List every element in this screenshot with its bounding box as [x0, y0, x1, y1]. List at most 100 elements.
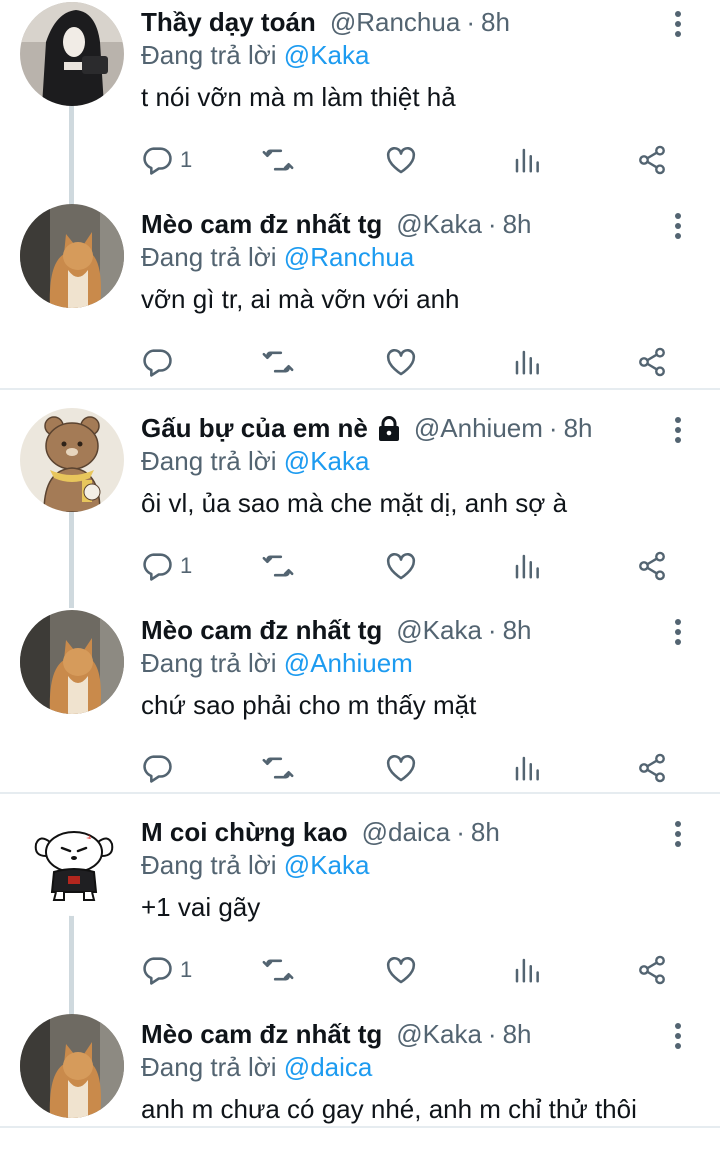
retweet-icon [262, 555, 294, 577]
like-button[interactable] [384, 546, 418, 586]
orange-cat-icon [20, 610, 124, 714]
display-name[interactable]: M coi chừng kao [141, 817, 348, 848]
timestamp[interactable]: 8h [503, 209, 532, 240]
reply-icon [143, 755, 172, 783]
replying-to-label: Đang trả lời [141, 446, 277, 476]
retweet-icon [262, 351, 294, 373]
avatar[interactable] [20, 812, 124, 916]
share-button[interactable] [636, 546, 668, 586]
tweet-text: vỡn gì tr, ai mà vỡn với anh [141, 284, 460, 314]
like-icon [386, 957, 416, 984]
separator-dot: · [548, 412, 558, 443]
mention-link[interactable]: @daica [284, 1052, 373, 1082]
share-button[interactable] [636, 950, 668, 990]
views-button[interactable] [512, 140, 542, 180]
share-button[interactable] [636, 342, 668, 382]
reply-button[interactable]: 1 [140, 140, 192, 180]
separator-dot: · [466, 6, 475, 37]
retweet-button[interactable] [260, 950, 296, 990]
timestamp[interactable]: 8h [471, 817, 500, 848]
timestamp[interactable]: 8h [503, 1019, 532, 1050]
timestamp[interactable]: 8h [564, 413, 593, 444]
reply-button[interactable] [140, 748, 180, 788]
share-icon [639, 145, 665, 175]
reply-icon [143, 957, 172, 985]
retweet-button[interactable] [260, 546, 296, 586]
replying-to-label: Đang trả lời [141, 40, 277, 70]
avatar[interactable] [20, 408, 124, 512]
user-handle[interactable]: @daica [362, 817, 451, 848]
more-icon[interactable] [666, 1020, 690, 1052]
display-name[interactable]: Thầy dạy toán [141, 7, 316, 38]
replying-to-label: Đang trả lời [141, 242, 277, 272]
share-icon [639, 955, 665, 985]
tweet-text: ôi vl, ủa sao mà che mặt dị, anh sợ à [141, 488, 568, 518]
replying-to-label: Đang trả lời [141, 1052, 277, 1082]
avatar[interactable] [20, 2, 124, 106]
user-handle[interactable]: @Anhiuem [414, 413, 543, 444]
display-name[interactable]: Mèo cam đz nhất tg [141, 209, 382, 240]
angry-white-dog-drawing-icon [20, 812, 124, 916]
share-button[interactable] [636, 140, 668, 180]
views-button[interactable] [512, 342, 542, 382]
reply-icon [143, 553, 172, 581]
views-button[interactable] [512, 748, 542, 788]
tweet-header: Thầy dạy toán @Ranchua · 8h [141, 2, 510, 42]
more-icon[interactable] [666, 616, 690, 648]
retweet-button[interactable] [260, 140, 296, 180]
share-button[interactable] [636, 748, 668, 788]
like-button[interactable] [384, 950, 418, 990]
avatar[interactable] [20, 204, 124, 308]
display-name[interactable]: Gấu bự của em nè [141, 413, 368, 444]
user-handle[interactable]: @Ranchua [330, 7, 460, 38]
separator-dot: · [487, 1018, 497, 1049]
like-icon [386, 553, 416, 580]
reply-icon [143, 349, 172, 377]
more-icon[interactable] [666, 414, 690, 446]
like-button[interactable] [384, 748, 418, 788]
mention-link[interactable]: @Anhiuem [284, 648, 413, 678]
mention-link[interactable]: @Kaka [284, 40, 370, 70]
display-name[interactable]: Mèo cam đz nhất tg [141, 1019, 382, 1050]
views-button[interactable] [512, 950, 542, 990]
reply-button[interactable]: 1 [140, 546, 192, 586]
views-button[interactable] [512, 546, 542, 586]
reply-count: 1 [180, 553, 193, 578]
replying-to: Đang trả lời @Kaka [141, 850, 369, 881]
lock-icon [378, 416, 400, 442]
more-icon[interactable] [666, 8, 690, 40]
user-handle[interactable]: @Kaka [396, 209, 482, 240]
like-icon [386, 147, 416, 174]
like-button[interactable] [384, 140, 418, 180]
thread-line [69, 512, 74, 608]
more-icon[interactable] [666, 210, 690, 242]
mention-link[interactable]: @Kaka [284, 850, 370, 880]
tweet-header: Gấu bự của em nè @Anhiuem · 8h [141, 408, 593, 448]
conversation-divider [0, 792, 720, 794]
more-icon[interactable] [666, 818, 690, 850]
user-handle[interactable]: @Kaka [396, 1019, 482, 1050]
retweet-button[interactable] [260, 342, 296, 382]
mention-link[interactable]: @Ranchua [284, 242, 414, 272]
display-name[interactable]: Mèo cam đz nhất tg [141, 615, 382, 646]
mention-link[interactable]: @Kaka [284, 446, 370, 476]
user-handle[interactable]: @Kaka [396, 615, 482, 646]
replying-to: Đang trả lời @Ranchua [141, 242, 414, 273]
avatar[interactable] [20, 1014, 124, 1118]
tweet-header: M coi chừng kao @daica · 8h [141, 812, 500, 852]
reply-button[interactable] [140, 342, 180, 382]
views-icon [515, 350, 539, 375]
brown-bear-drawing-icon [20, 408, 124, 512]
avatar[interactable] [20, 610, 124, 714]
timestamp[interactable]: 8h [503, 615, 532, 646]
reply-count: 1 [180, 957, 193, 982]
orange-cat-icon [20, 204, 124, 308]
reply-button[interactable]: 1 [140, 950, 192, 990]
thread-line [69, 104, 74, 206]
share-icon [639, 753, 665, 783]
retweet-button[interactable] [260, 748, 296, 788]
tweet-actions: 1 [140, 950, 680, 990]
like-button[interactable] [384, 342, 418, 382]
replying-to: Đang trả lời @Kaka [141, 446, 369, 477]
timestamp[interactable]: 8h [481, 7, 510, 38]
